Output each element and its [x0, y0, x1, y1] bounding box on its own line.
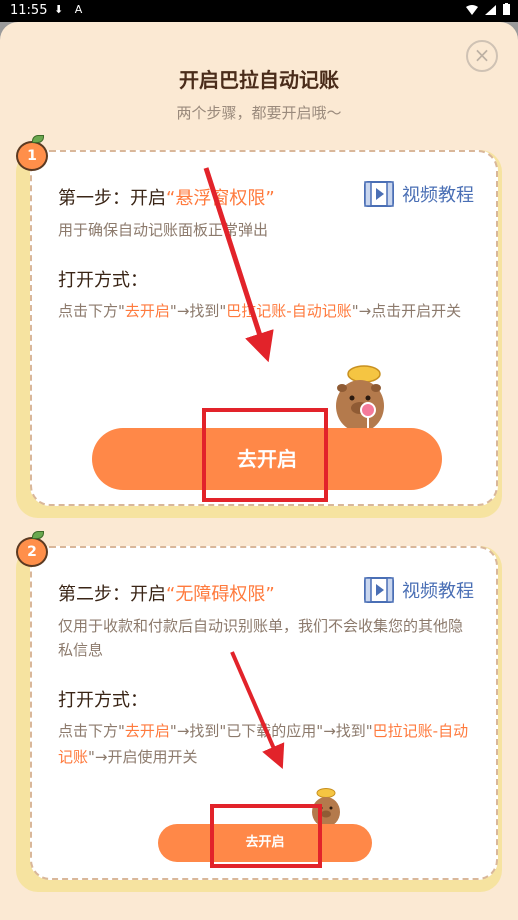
video-tutorial-label-1: 视频教程 [402, 185, 474, 206]
method-label-2: 打开方式： [58, 690, 148, 711]
step-prefix-2: 第二步：开启 [58, 584, 166, 605]
step-number-2: 2 [27, 544, 37, 560]
step-title-1: 第一步：开启“悬浮窗权限” [58, 184, 275, 210]
capybara-mascot [336, 365, 384, 432]
video-tutorial-label-2: 视频教程 [402, 581, 474, 602]
instructions-2: 点击下方"去开启"→找到"已下载的应用"→找到"巴拉记账-自动记账"→开启使用开… [58, 718, 474, 770]
video-tutorial-link-2[interactable]: 视频教程 [364, 577, 474, 603]
instr-text: "→开启使用开关 [88, 748, 198, 766]
video-icon [364, 577, 394, 603]
instr-highlight: 去开启 [124, 722, 170, 740]
signal-icon [485, 5, 497, 15]
sheet-title: 开启巴拉自动记账 [179, 68, 339, 92]
step-permission-2: “无障碍权限” [166, 584, 275, 605]
step-number-1: 1 [27, 148, 37, 164]
wifi-icon [466, 5, 479, 15]
step-number-badge-2: 2 [16, 531, 48, 567]
step-prefix-1: 第一步：开启 [58, 188, 166, 209]
instructions-1: 点击下方"去开启"→找到"巴拉记账-自动记账"→点击开启开关 [58, 298, 472, 324]
instr-text: "→找到" [169, 302, 227, 320]
sheet-subtitle: 两个步骤，都要开启哦～ [176, 104, 342, 122]
annotation-highlight-box-2 [210, 804, 322, 868]
status-notification-icons: ⬇ A [54, 3, 87, 16]
step-description-1: 用于确保自动记账面板正常弹出 [58, 221, 269, 239]
instr-text: "→点击开启开关 [351, 302, 462, 320]
step-description-2: 仅用于收款和付款后自动识别账单，我们不会收集您的其他隐私信息 [58, 617, 464, 659]
status-time: 11:55 [10, 3, 48, 18]
step-title-2: 第二步：开启“无障碍权限” [58, 580, 275, 606]
instr-text: 点击下方" [58, 302, 125, 320]
instr-highlight: 巴拉记账-自动记账 [226, 302, 352, 320]
instr-text: 点击下方" [58, 722, 125, 740]
status-right-icons [466, 3, 510, 18]
status-bar: 11:55 ⬇ A [0, 0, 518, 22]
video-icon [364, 181, 394, 207]
method-label-1: 打开方式： [58, 270, 148, 291]
step-number-badge-1: 1 [16, 135, 48, 171]
instr-text: "→找到"已下载的应用"→找到" [169, 722, 373, 740]
battery-icon [503, 3, 510, 15]
step-permission-1: “悬浮窗权限” [166, 188, 275, 209]
video-tutorial-link-1[interactable]: 视频教程 [364, 181, 474, 207]
annotation-highlight-box-1 [202, 408, 328, 502]
instr-highlight: 去开启 [124, 302, 170, 320]
